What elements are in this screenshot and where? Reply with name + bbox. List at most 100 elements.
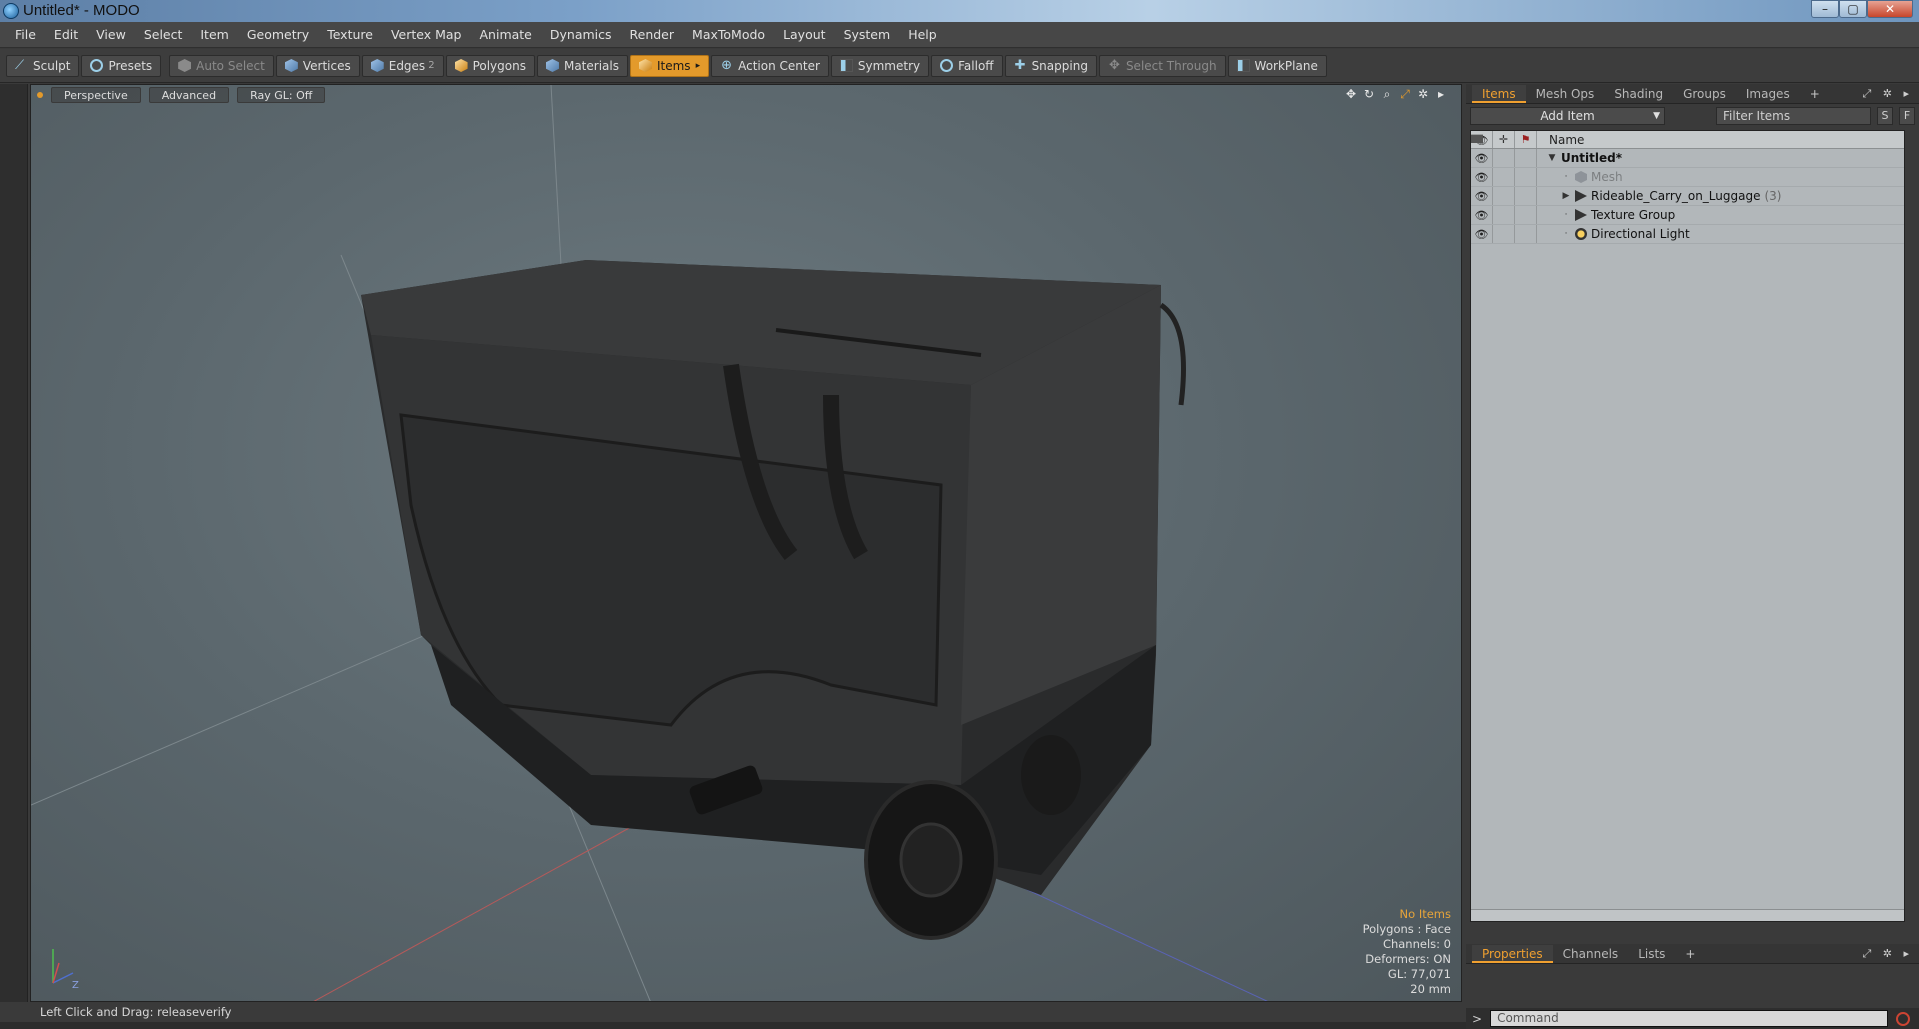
viewport-menu-dot[interactable] xyxy=(37,92,43,98)
polygons-button[interactable]: Polygons xyxy=(445,54,535,77)
eye-icon[interactable]: 👁 xyxy=(1471,149,1493,167)
menu-select[interactable]: Select xyxy=(135,27,192,42)
menu-help[interactable]: Help xyxy=(899,27,946,42)
tree-row[interactable]: 👁 · Texture Group xyxy=(1471,206,1904,225)
eye-icon[interactable]: 👁 xyxy=(1471,168,1493,186)
auto-select-button[interactable]: Auto Select xyxy=(169,54,274,77)
view-advanced-tab[interactable]: Advanced xyxy=(148,87,230,103)
command-input[interactable]: Command xyxy=(1490,1010,1889,1027)
side-strap xyxy=(1159,302,1186,406)
polygons-icon xyxy=(454,59,468,72)
maximize-viewport-icon[interactable]: ⤢ xyxy=(1399,88,1411,100)
modo-app-icon xyxy=(3,3,19,19)
view-raygl-tab[interactable]: Ray GL: Off xyxy=(237,87,326,103)
presets-icon xyxy=(90,59,104,72)
f-button[interactable]: F xyxy=(1899,107,1915,125)
tab-lists[interactable]: Lists xyxy=(1628,945,1675,963)
expand-caret-icon[interactable]: ▶ xyxy=(1561,191,1571,201)
filter-items-input[interactable]: Filter Items xyxy=(1716,107,1871,125)
vertices-button[interactable]: Vertices xyxy=(275,54,360,77)
command-line: > Command xyxy=(1466,1008,1919,1029)
channels-info: Channels: 0 xyxy=(1382,937,1451,951)
tab-items[interactable]: Items xyxy=(1472,84,1526,103)
window-controls: – ▢ ✕ xyxy=(1811,0,1913,18)
tab-shading[interactable]: Shading xyxy=(1604,85,1673,103)
menu-texture[interactable]: Texture xyxy=(318,27,382,42)
items-toolbar: Add Item ▼ Filter Items S F xyxy=(1466,104,1919,128)
materials-icon xyxy=(545,59,559,72)
menu-animate[interactable]: Animate xyxy=(471,27,541,42)
menu-geometry[interactable]: Geometry xyxy=(238,27,318,42)
tab-images[interactable]: Images xyxy=(1736,85,1800,103)
edges-button[interactable]: Edges 2 xyxy=(361,54,444,77)
menu-vertex-map[interactable]: Vertex Map xyxy=(382,27,471,42)
tab-channels[interactable]: Channels xyxy=(1553,945,1629,963)
menu-item[interactable]: Item xyxy=(191,27,237,42)
sculpt-button[interactable]: ⟋ Sculpt xyxy=(6,54,80,77)
tree-row[interactable]: 👁 ▶ Rideable_Carry_on_Luggage (3) xyxy=(1471,187,1904,206)
presets-button[interactable]: Presets xyxy=(81,54,162,77)
grid-line xyxy=(550,85,562,266)
wheel-hub xyxy=(899,822,963,898)
minimize-button[interactable]: – xyxy=(1811,0,1839,18)
eye-icon[interactable]: 👁 xyxy=(1471,206,1493,224)
items-panel-tabs: Items Mesh Ops Shading Groups Images + ⤢… xyxy=(1466,84,1919,104)
group-icon xyxy=(1575,190,1587,202)
close-button[interactable]: ✕ xyxy=(1867,0,1913,18)
left-tool-strip xyxy=(0,84,28,1002)
name-column-header: Name xyxy=(1549,132,1585,147)
viewport-settings-icon[interactable]: ✲ xyxy=(1417,88,1429,100)
expand-caret-icon[interactable]: ▼ xyxy=(1547,153,1557,163)
tree-horizontal-scrollbar[interactable] xyxy=(1471,909,1904,921)
pan-icon[interactable]: ✥ xyxy=(1345,88,1357,100)
properties-options-icon[interactable]: ⤢ ✲ ▸ xyxy=(1862,947,1913,961)
menu-dynamics[interactable]: Dynamics xyxy=(541,27,621,42)
tab-groups[interactable]: Groups xyxy=(1673,85,1736,103)
tree-row[interactable]: 👁 · Mesh xyxy=(1471,168,1904,187)
luggage-model-render xyxy=(31,85,1268,1001)
tree-item-label: Untitled* xyxy=(1561,151,1622,165)
menu-file[interactable]: File xyxy=(6,27,45,42)
snapping-icon: ✚ xyxy=(1014,58,1026,73)
menu-edit[interactable]: Edit xyxy=(45,27,87,42)
tree-item-label: Texture Group xyxy=(1591,208,1676,222)
s-button[interactable]: S xyxy=(1877,107,1893,125)
action-center-button[interactable]: ⊕ Action Center xyxy=(711,54,829,77)
select-through-button[interactable]: ✥ Select Through xyxy=(1098,54,1226,77)
tab-properties[interactable]: Properties xyxy=(1472,944,1553,963)
viewport-more-icon[interactable]: ▸ xyxy=(1435,88,1447,100)
stop-icon[interactable] xyxy=(1896,1011,1911,1026)
3d-viewport[interactable]: Perspective Advanced Ray GL: Off ✥ ↻ ⌕ ⤢… xyxy=(30,84,1462,1002)
symmetry-icon xyxy=(839,59,853,72)
items-dropdown-icon: ▸ xyxy=(695,60,701,71)
falloff-icon xyxy=(940,59,954,72)
workplane-button[interactable]: WorkPlane xyxy=(1227,54,1327,77)
rotate-icon[interactable]: ↻ xyxy=(1363,88,1375,100)
items-button[interactable]: Items ▸ xyxy=(629,54,710,77)
symmetry-button[interactable]: Symmetry xyxy=(830,54,930,77)
tree-row[interactable]: 👁 ▼ Untitled* xyxy=(1471,134,1904,168)
add-item-button[interactable]: Add Item ▼ xyxy=(1470,107,1665,125)
action-center-icon: ⊕ xyxy=(721,58,733,73)
viewport-nav-icons: ✥ ↻ ⌕ ⤢ ✲ ▸ xyxy=(1345,88,1447,100)
tab-add-properties[interactable]: + xyxy=(1675,945,1705,963)
command-prompt: > xyxy=(1472,1011,1483,1026)
maximize-button[interactable]: ▢ xyxy=(1839,0,1867,18)
menu-system[interactable]: System xyxy=(835,27,900,42)
view-perspective-tab[interactable]: Perspective xyxy=(51,87,141,103)
menu-layout[interactable]: Layout xyxy=(774,27,835,42)
zoom-icon[interactable]: ⌕ xyxy=(1381,88,1393,100)
materials-button[interactable]: Materials xyxy=(536,54,628,77)
snapping-button[interactable]: ✚ Snapping xyxy=(1004,54,1097,77)
eye-icon[interactable]: 👁 xyxy=(1471,225,1493,243)
menu-render[interactable]: Render xyxy=(621,27,684,42)
menu-maxtomodo[interactable]: MaxToModo xyxy=(683,27,774,42)
tab-mesh-ops[interactable]: Mesh Ops xyxy=(1526,85,1605,103)
menu-view[interactable]: View xyxy=(87,27,135,42)
tree-row[interactable]: 👁 · Directional Light xyxy=(1471,225,1904,244)
eye-icon[interactable]: 👁 xyxy=(1471,187,1493,205)
falloff-button[interactable]: Falloff xyxy=(931,54,1003,77)
axis-z-label: Z xyxy=(72,980,79,991)
panel-options-icon[interactable]: ⤢ ✲ ▸ xyxy=(1862,87,1913,101)
tab-add[interactable]: + xyxy=(1800,85,1830,103)
